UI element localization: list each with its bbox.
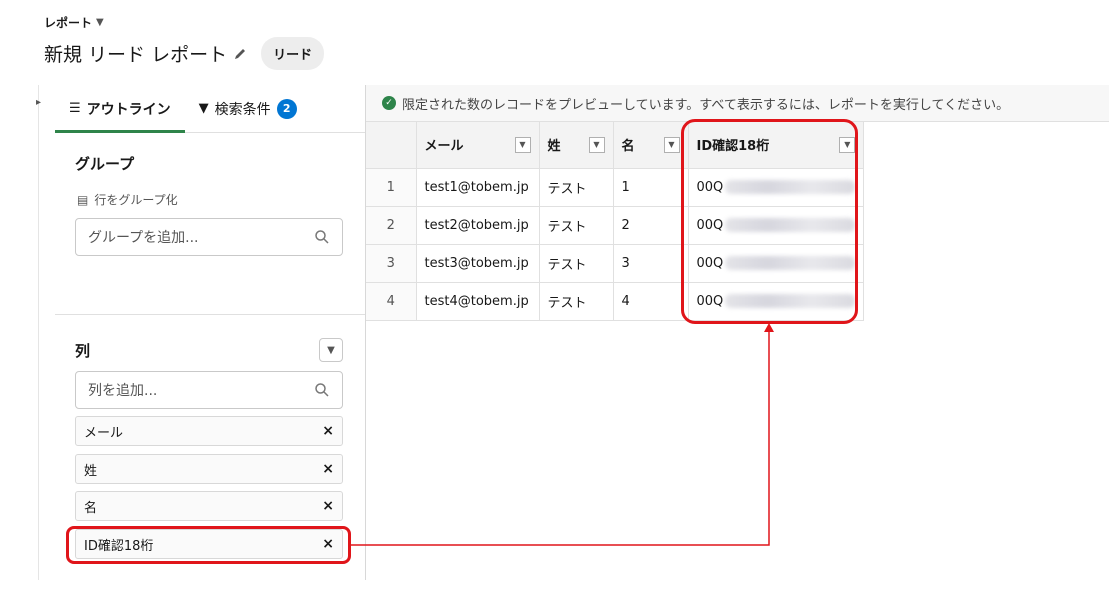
row-number: 1 — [366, 168, 417, 207]
column-item-label: メール — [84, 425, 124, 441]
email-cell: test1@tobem.jp — [416, 168, 540, 207]
first-name-cell: 1 — [613, 168, 689, 207]
column-item-label: 姓 — [84, 463, 98, 479]
tab-outline[interactable]: ☰ アウトライン — [55, 85, 185, 133]
column-item[interactable]: 名 × — [75, 491, 343, 521]
column-item[interactable]: メール × — [75, 416, 343, 446]
email-cell: test2@tobem.jp — [416, 206, 540, 245]
column-search-placeholder: 列を追加... — [88, 383, 158, 399]
group-search-placeholder: グループを追加... — [88, 230, 199, 246]
row-number-header — [366, 122, 417, 169]
last-name-cell: テスト — [539, 244, 614, 283]
outline-panel: ☰ アウトライン ▼ 検索条件 2 グループ ▤ 行をグループ化 グループを追加… — [55, 85, 366, 580]
group-search-input[interactable]: グループを追加... — [75, 218, 343, 256]
first-name-cell: 3 — [613, 244, 689, 283]
columns-header: 列 ▼ — [75, 338, 343, 362]
close-icon[interactable]: × — [322, 498, 334, 514]
chevron-down-icon[interactable]: ▼ — [663, 136, 680, 153]
column-header-last-name[interactable]: 姓 ▼ — [539, 122, 614, 169]
preview-notice: ✓ 限定された数のレコードをプレビューしています。すべて表示するには、レポートを… — [366, 85, 1109, 122]
column-header-first-name[interactable]: 名 ▼ — [613, 122, 689, 169]
column-header-label: メール — [424, 139, 464, 155]
column-item-label: 名 — [84, 500, 98, 516]
row-number: 2 — [366, 206, 417, 245]
row-number: 3 — [366, 244, 417, 283]
tab-outline-label: アウトライン — [86, 101, 171, 118]
object-badge: リード — [261, 37, 325, 70]
column-header-email[interactable]: メール ▼ — [416, 122, 540, 169]
column-header-label: 名 — [621, 139, 635, 155]
tab-filters-label: 検索条件 — [214, 101, 271, 118]
groups-title: グループ — [75, 155, 135, 173]
page-title: 新規 リード レポート — [44, 44, 228, 66]
first-name-cell: 4 — [613, 282, 689, 321]
highlight-id-column — [681, 119, 858, 324]
chevron-down-icon[interactable]: ▼ — [96, 17, 104, 28]
breadcrumb[interactable]: レポート ▼ — [44, 14, 324, 31]
columns-title: 列 — [75, 341, 91, 360]
highlight-id-column-item — [66, 526, 351, 564]
first-name-cell: 2 — [613, 206, 689, 245]
close-icon[interactable]: × — [322, 461, 334, 477]
group-rows-label: ▤ 行をグループ化 — [77, 191, 178, 208]
tab-filters[interactable]: ▼ 検索条件 2 — [185, 85, 311, 132]
search-icon — [315, 383, 329, 397]
last-name-cell: テスト — [539, 168, 614, 207]
last-name-cell: テスト — [539, 206, 614, 245]
check-circle-icon: ✓ — [382, 96, 396, 110]
email-cell: test3@tobem.jp — [416, 244, 540, 283]
filter-icon: ▼ — [198, 101, 209, 116]
row-number: 4 — [366, 282, 417, 321]
last-name-cell: テスト — [539, 282, 614, 321]
panel-tabs: ☰ アウトライン ▼ 検索条件 2 — [55, 85, 365, 133]
group-rows-text: 行をグループ化 — [94, 193, 178, 207]
column-header-label: 姓 — [547, 139, 561, 155]
report-header: レポート ▼ 新規 リード レポート リード — [44, 14, 325, 70]
filter-count-badge: 2 — [276, 98, 297, 119]
column-search-input[interactable]: 列を追加... — [75, 371, 343, 409]
list-icon: ☰ — [69, 101, 81, 116]
rows-icon: ▤ — [77, 192, 89, 207]
pencil-icon[interactable] — [233, 47, 247, 61]
chevron-down-icon[interactable]: ▼ — [514, 136, 531, 153]
preview-notice-text: 限定された数のレコードをプレビューしています。すべて表示するには、レポートを実行… — [402, 97, 1010, 113]
email-cell: test4@tobem.jp — [416, 282, 540, 321]
collapse-handle-icon[interactable]: ▸ — [36, 97, 41, 108]
search-icon — [315, 230, 329, 244]
panel-collapse-edge[interactable]: ▸ — [36, 85, 41, 580]
columns-menu-button[interactable]: ▼ — [319, 338, 343, 362]
section-divider — [55, 314, 365, 315]
breadcrumb-label: レポート — [44, 16, 93, 30]
column-item[interactable]: 姓 × — [75, 454, 343, 484]
close-icon[interactable]: × — [322, 423, 334, 439]
chevron-down-icon[interactable]: ▼ — [588, 136, 605, 153]
